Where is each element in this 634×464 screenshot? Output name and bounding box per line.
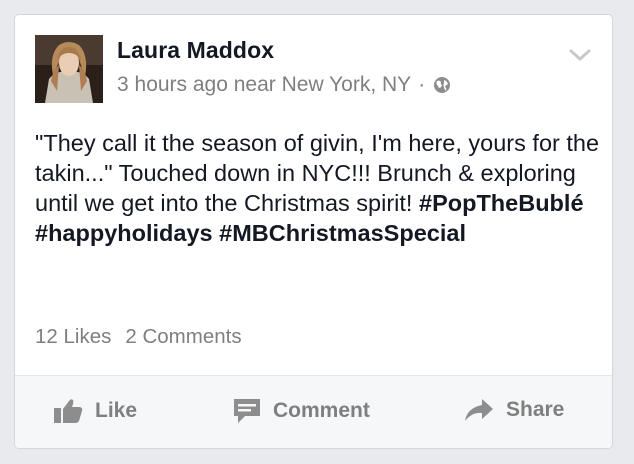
- share-arrow-icon: [465, 399, 493, 421]
- avatar[interactable]: [35, 35, 103, 103]
- hashtag-link[interactable]: #PopTheBublé: [419, 190, 584, 216]
- meta-separator: ·: [418, 73, 426, 96]
- thumbs-up-icon: [54, 399, 83, 423]
- comments-count[interactable]: 2 Comments: [125, 325, 241, 348]
- comment-icon: [234, 399, 260, 423]
- share-label: Share: [506, 398, 565, 421]
- hashtag-link[interactable]: #MBChristmasSpecial: [219, 220, 466, 246]
- post-card: Laura Maddox 3 hours ago near New York, …: [14, 14, 613, 449]
- post-text: "They call it the season of givin, I'm h…: [35, 128, 600, 248]
- like-label: Like: [95, 399, 138, 422]
- post-stats: 12 Likes 2 Comments: [35, 325, 242, 349]
- author-name[interactable]: Laura Maddox: [117, 37, 274, 64]
- share-button[interactable]: Share: [464, 398, 564, 422]
- comment-button[interactable]: Comment: [233, 398, 370, 424]
- globe-icon[interactable]: [433, 76, 451, 94]
- like-button[interactable]: Like: [53, 398, 137, 424]
- hashtag-link[interactable]: #happyholidays: [35, 220, 213, 246]
- post-meta: 3 hours ago near New York, NY ·: [117, 73, 451, 97]
- action-bar: Like Comment Share: [15, 375, 612, 448]
- post-time-location[interactable]: 3 hours ago near New York, NY: [117, 73, 411, 97]
- chevron-down-icon[interactable]: [568, 47, 592, 63]
- comment-label: Comment: [273, 399, 370, 422]
- likes-count[interactable]: 12 Likes: [35, 325, 111, 348]
